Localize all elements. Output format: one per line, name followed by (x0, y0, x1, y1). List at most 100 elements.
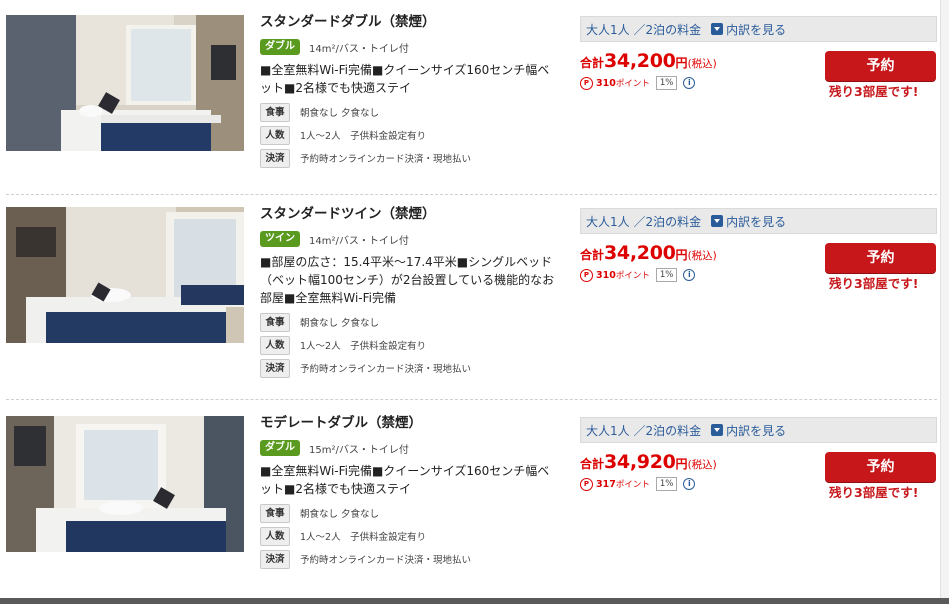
room-type-badge: ツイン (260, 231, 300, 247)
payment-row: 決済 予約時オンラインカード決済・現地払い (260, 358, 560, 378)
points-row: P 310 ポイント 1% i (580, 268, 696, 282)
info-icon[interactable]: i (683, 478, 696, 490)
points-value: 317 (596, 478, 616, 490)
meal-row: 食事 朝食なし 夕食なし (260, 503, 560, 523)
payment-row: 決済 予約時オンラインカード決済・現地払い (260, 148, 560, 168)
price-currency: 円 (675, 457, 688, 471)
points-rate: 1% (655, 76, 678, 90)
room-card: モデレートダブル（禁煙） ダブル 15m²/バス・トイレ付 ■全室無料Wi-Fi… (0, 401, 941, 596)
people-label: 人数 (260, 335, 290, 355)
price-box: 大人1人 ／2泊の料金 内訳を見る 合計 34,920 円 (税込) P 317… (580, 417, 937, 500)
room-type-badge: ダブル (260, 39, 300, 55)
payment-value: 予約時オンラインカード決済・現地払い (300, 555, 472, 566)
rooms-left: 残り3部屋です! (829, 485, 919, 500)
meal-row: 食事 朝食なし 夕食なし (260, 312, 560, 332)
total-label: 合計 (580, 56, 605, 70)
people-label: 人数 (260, 125, 290, 145)
people-value: 1人～2人 子供料金設定有り (300, 341, 427, 352)
meal-value: 朝食なし 夕食なし (300, 509, 380, 520)
rate-bar: 大人1人 ／2泊の料金 内訳を見る (580, 417, 937, 443)
meal-row: 食事 朝食なし 夕食なし (260, 102, 560, 122)
meal-label: 食事 (260, 102, 290, 122)
point-icon: P (580, 268, 593, 282)
room-meta: ダブル 14m²/バス・トイレ付 (260, 37, 560, 57)
points-value: 310 (596, 77, 616, 89)
breakdown-link[interactable]: 内訳を見る (711, 21, 786, 38)
room-description: ■全室無料Wi-Fi完備■クイーンサイズ160センチ幅ベット■2名様でも快適ステ… (260, 464, 550, 496)
book-button[interactable]: 予約 (825, 452, 936, 482)
payment-label: 決済 (260, 549, 290, 569)
room-info: スタンダードダブル（禁煙） ダブル 14m²/バス・トイレ付 ■全室無料Wi-F… (260, 12, 560, 168)
room-photo-image (6, 416, 244, 552)
chevron-down-icon (711, 215, 724, 227)
room-card: スタンダードダブル（禁煙） ダブル 14m²/バス・トイレ付 ■全室無料Wi-F… (0, 0, 941, 195)
points-rate: 1% (655, 268, 678, 282)
total-label: 合計 (580, 248, 605, 262)
price-box: 大人1人 ／2泊の料金 内訳を見る 合計 34,200 円 (税込) P 310… (580, 16, 937, 99)
room-size: 15m²/バス・トイレ付 (309, 444, 409, 456)
book-button[interactable]: 予約 (825, 51, 936, 81)
price-currency: 円 (675, 248, 688, 262)
payment-value: 予約時オンラインカード決済・現地払い (300, 364, 472, 375)
meal-value: 朝食なし 夕食なし (300, 108, 380, 119)
points-label: ポイント (615, 79, 650, 89)
room-plan-list: スタンダードダブル（禁煙） ダブル 14m²/バス・トイレ付 ■全室無料Wi-F… (0, 0, 941, 598)
room-name[interactable]: モデレートダブル（禁煙） (260, 413, 560, 433)
points-label: ポイント (615, 480, 650, 490)
price-amount: 34,920 (604, 451, 676, 473)
info-icon[interactable]: i (683, 77, 696, 89)
room-name[interactable]: スタンダードダブル（禁煙） (260, 12, 560, 32)
payment-value: 予約時オンラインカード決済・現地払い (300, 154, 472, 165)
people-row: 人数 1人～2人 子供料金設定有り (260, 526, 560, 546)
point-icon: P (580, 477, 593, 491)
people-row: 人数 1人～2人 子供料金設定有り (260, 125, 560, 145)
room-size: 14m²/バス・トイレ付 (309, 43, 409, 55)
room-name[interactable]: スタンダードツイン（禁煙） (260, 204, 560, 224)
points-value: 310 (596, 269, 616, 281)
points-row: P 310 ポイント 1% i (580, 76, 696, 90)
divider (6, 399, 937, 400)
breakdown-label: 内訳を見る (726, 423, 787, 438)
room-photo[interactable] (6, 416, 244, 552)
payment-label: 決済 (260, 358, 290, 378)
people-row: 人数 1人～2人 子供料金設定有り (260, 335, 560, 355)
room-type-badge: ダブル (260, 440, 300, 456)
room-photo[interactable] (6, 15, 244, 151)
point-icon: P (580, 76, 593, 90)
rate-bar: 大人1人 ／2泊の料金 内訳を見る (580, 16, 937, 42)
room-meta: ダブル 15m²/バス・トイレ付 (260, 438, 560, 458)
room-description: ■全室無料Wi-Fi完備■クイーンサイズ160センチ幅ベット■2名様でも快適ステ… (260, 63, 550, 95)
people-label: 人数 (260, 526, 290, 546)
rooms-left: 残り3部屋です! (829, 276, 919, 291)
payment-row: 決済 予約時オンラインカード決済・現地払い (260, 549, 560, 569)
price-amount: 34,200 (604, 50, 676, 72)
breakdown-label: 内訳を見る (726, 214, 787, 229)
tax-note: (税込) (687, 250, 717, 262)
room-description: ■部屋の広さ：15.4平米～17.4平米■シングルベッド（ベット幅100センチ）… (260, 255, 555, 305)
total-price: 合計 34,200 円 (税込) (580, 50, 717, 72)
room-card: スタンダードツイン（禁煙） ツイン 14m²/バス・トイレ付 ■部屋の広さ：15… (0, 192, 941, 400)
people-value: 1人～2人 子供料金設定有り (300, 532, 427, 543)
tax-note: (税込) (687, 459, 717, 471)
price-amount: 34,200 (604, 242, 676, 264)
room-photo-image (6, 15, 244, 151)
info-icon[interactable]: i (683, 269, 696, 281)
price-currency: 円 (675, 56, 688, 70)
chevron-down-icon (711, 23, 724, 35)
room-photo[interactable] (6, 207, 244, 343)
book-button[interactable]: 予約 (825, 243, 936, 273)
rate-label: 大人1人 ／2泊の料金 (586, 214, 702, 229)
rate-bar: 大人1人 ／2泊の料金 内訳を見る (580, 208, 937, 234)
points-rate: 1% (655, 477, 678, 491)
room-photo-image (6, 207, 244, 343)
breakdown-link[interactable]: 内訳を見る (711, 422, 786, 439)
total-price: 合計 34,920 円 (税込) (580, 451, 717, 473)
people-value: 1人～2人 子供料金設定有り (300, 131, 427, 142)
breakdown-link[interactable]: 内訳を見る (711, 213, 786, 230)
room-info: モデレートダブル（禁煙） ダブル 15m²/バス・トイレ付 ■全室無料Wi-Fi… (260, 413, 560, 569)
points-label: ポイント (615, 271, 650, 281)
points-row: P 317 ポイント 1% i (580, 477, 696, 491)
total-price: 合計 34,200 円 (税込) (580, 242, 717, 264)
rooms-left: 残り3部屋です! (829, 84, 919, 99)
scrollbar[interactable] (940, 0, 949, 598)
